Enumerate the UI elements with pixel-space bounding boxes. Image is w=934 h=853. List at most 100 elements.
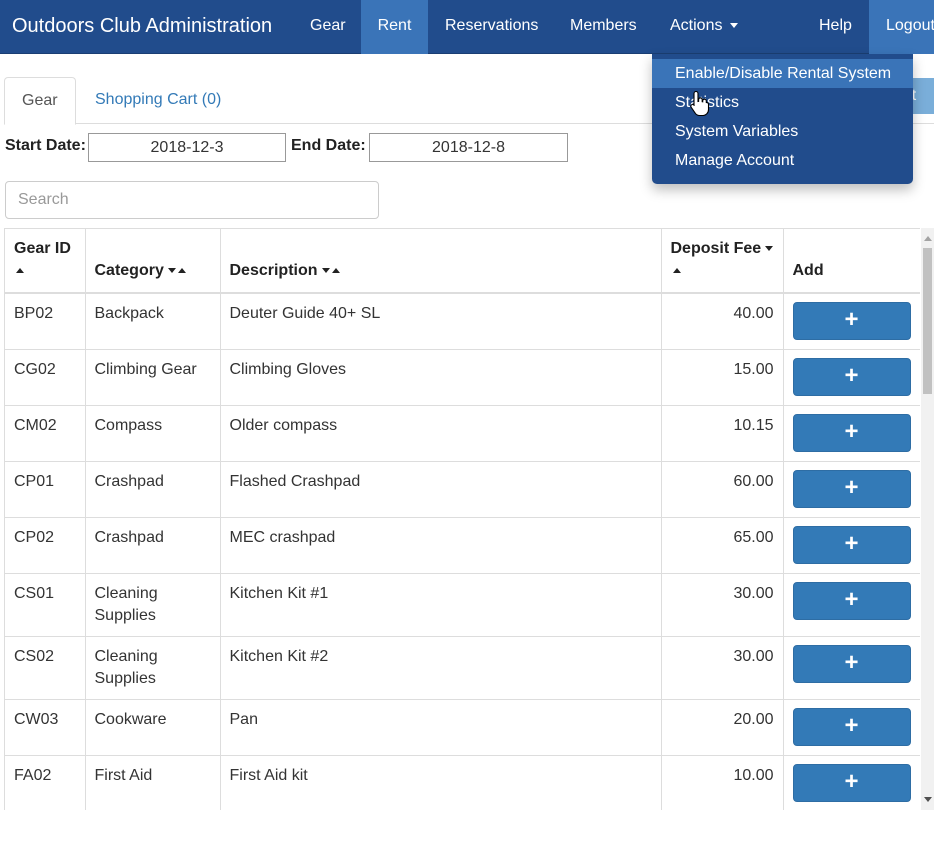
- cell-deposit-fee: 60.00: [661, 461, 784, 518]
- table-row: CS02 Cleaning Supplies Kitchen Kit #2 30.00…: [5, 636, 920, 700]
- scroll-down-icon[interactable]: [924, 797, 932, 802]
- nav-actions[interactable]: Actions: [653, 0, 755, 54]
- add-to-cart-button[interactable]: +: [792, 470, 911, 508]
- table-row: CW03 Cookware Pan 20.00 +: [5, 699, 920, 756]
- top-navbar: Outdoors Club Administration Gear Rent R…: [0, 0, 934, 54]
- sort-desc-icon[interactable]: [167, 268, 176, 274]
- table-scrollbar[interactable]: [921, 228, 934, 810]
- app-title[interactable]: Outdoors Club Administration: [12, 14, 272, 38]
- cell-deposit-fee: 10.15: [661, 405, 784, 462]
- cell-gear-id: CW03: [5, 699, 86, 756]
- nav-reservations[interactable]: Reservations: [428, 0, 555, 54]
- cell-deposit-fee: 20.00: [661, 699, 784, 756]
- cell-add: +: [783, 573, 920, 637]
- nav-rent[interactable]: Rent: [361, 0, 428, 54]
- cell-gear-id: FA02: [5, 755, 86, 810]
- caret-down-icon: [730, 23, 739, 29]
- cell-gear-id: CS01: [5, 573, 86, 637]
- header-gear-id-label: Gear ID: [14, 240, 71, 257]
- header-description[interactable]: Description: [220, 229, 662, 294]
- cell-category: Backpack: [85, 293, 221, 350]
- gear-table-container: Gear ID Category Description Deposit Fee…: [4, 228, 920, 810]
- table-row: FA02 First Aid First Aid kit 10.00 +: [5, 755, 920, 810]
- cell-description: Flashed Crashpad: [220, 461, 662, 518]
- cell-gear-id: CG02: [5, 349, 86, 406]
- table-row: CG02 Climbing Gear Climbing Gloves 15.00 +: [5, 349, 920, 406]
- tab-shopping-cart[interactable]: Shopping Cart (0): [78, 77, 238, 124]
- menu-item-manage-account[interactable]: Manage Account: [652, 146, 913, 175]
- cell-gear-id: BP02: [5, 293, 86, 350]
- header-category[interactable]: Category: [85, 229, 221, 294]
- cell-category: Cleaning Supplies: [85, 636, 221, 700]
- add-to-cart-button[interactable]: +: [792, 414, 911, 452]
- menu-item-system-variables[interactable]: System Variables: [652, 117, 913, 146]
- table-row: CS01 Cleaning Supplies Kitchen Kit #1 30.00…: [5, 573, 920, 637]
- cell-description: Pan: [220, 699, 662, 756]
- gear-table: Gear ID Category Description Deposit Fee…: [5, 229, 920, 810]
- cell-category: Crashpad: [85, 517, 221, 574]
- scroll-thumb[interactable]: [923, 248, 932, 394]
- cell-gear-id: CP02: [5, 517, 86, 574]
- cell-description: Climbing Gloves: [220, 349, 662, 406]
- cell-deposit-fee: 65.00: [661, 517, 784, 574]
- sort-desc-icon[interactable]: [765, 246, 774, 252]
- cell-category: First Aid: [85, 755, 221, 810]
- sort-asc-icon[interactable]: [16, 268, 24, 274]
- cell-add: +: [783, 699, 920, 756]
- scroll-up-icon[interactable]: [924, 236, 932, 241]
- header-deposit-fee[interactable]: Deposit Fee: [661, 229, 784, 294]
- actions-dropdown-menu: Enable/Disable Rental System Statistics …: [652, 54, 913, 184]
- hand-pointer-icon: [690, 90, 710, 116]
- header-gear-id[interactable]: Gear ID: [5, 229, 86, 294]
- nav-gear[interactable]: Gear: [293, 0, 363, 54]
- table-row: CM02 Compass Older compass 10.15 +: [5, 405, 920, 462]
- cell-gear-id: CS02: [5, 636, 86, 700]
- table-row: CP02 Crashpad MEC crashpad 65.00 +: [5, 517, 920, 574]
- cell-add: +: [783, 636, 920, 700]
- start-date-label: Start Date:: [5, 137, 86, 154]
- cell-add: +: [783, 461, 920, 518]
- add-to-cart-button[interactable]: +: [792, 302, 911, 340]
- add-to-cart-button[interactable]: +: [792, 708, 911, 746]
- cell-description: Deuter Guide 40+ SL: [220, 293, 662, 350]
- table-header-row: Gear ID Category Description Deposit Fee…: [5, 229, 920, 294]
- cell-category: Crashpad: [85, 461, 221, 518]
- cell-deposit-fee: 15.00: [661, 349, 784, 406]
- end-date-input[interactable]: [369, 133, 568, 162]
- end-date-label: End Date:: [291, 137, 366, 154]
- nav-logout[interactable]: Logout: [869, 0, 934, 54]
- sort-asc-icon[interactable]: [672, 268, 681, 274]
- cell-deposit-fee: 30.00: [661, 636, 784, 700]
- nav-actions-label: Actions: [670, 17, 723, 34]
- nav-members[interactable]: Members: [553, 0, 654, 54]
- cell-add: +: [783, 405, 920, 462]
- cell-add: +: [783, 349, 920, 406]
- header-add: Add: [783, 229, 920, 294]
- cell-deposit-fee: 30.00: [661, 573, 784, 637]
- cell-category: Cookware: [85, 699, 221, 756]
- start-date-input[interactable]: [88, 133, 286, 162]
- tab-gear[interactable]: Gear: [4, 77, 76, 125]
- add-to-cart-button[interactable]: +: [792, 526, 911, 564]
- header-deposit-fee-label: Deposit Fee: [670, 240, 762, 257]
- cell-category: Cleaning Supplies: [85, 573, 221, 637]
- add-to-cart-button[interactable]: +: [792, 645, 911, 683]
- table-row: CP01 Crashpad Flashed Crashpad 60.00 +: [5, 461, 920, 518]
- cell-gear-id: CM02: [5, 405, 86, 462]
- search-input[interactable]: [5, 181, 379, 219]
- add-to-cart-button[interactable]: +: [792, 582, 911, 620]
- menu-item-enable-disable-rental[interactable]: Enable/Disable Rental System: [652, 59, 913, 88]
- cell-description: First Aid kit: [220, 755, 662, 810]
- cell-description: Kitchen Kit #1: [220, 573, 662, 637]
- sort-asc-icon[interactable]: [331, 268, 340, 274]
- nav-help[interactable]: Help: [802, 0, 869, 54]
- sort-desc-icon[interactable]: [321, 268, 330, 274]
- add-to-cart-button[interactable]: +: [792, 358, 911, 396]
- cell-add: +: [783, 517, 920, 574]
- cell-add: +: [783, 293, 920, 350]
- cell-deposit-fee: 40.00: [661, 293, 784, 350]
- cell-description: MEC crashpad: [220, 517, 662, 574]
- gear-table-body: BP02 Backpack Deuter Guide 40+ SL 40.00 + CG0…: [5, 293, 920, 810]
- sort-asc-icon[interactable]: [177, 268, 186, 274]
- add-to-cart-button[interactable]: +: [792, 764, 911, 802]
